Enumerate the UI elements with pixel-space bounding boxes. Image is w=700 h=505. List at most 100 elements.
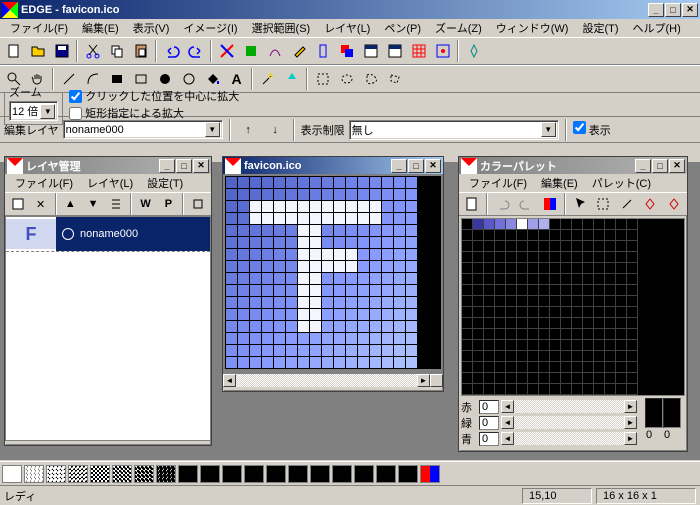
layer-manager-window[interactable]: レイヤ管理 _□✕ ファイル(F) レイヤ(L) 設定(T) ✕ ▲ ▼ W P… — [4, 156, 212, 446]
b-slider[interactable]: ◄► — [501, 432, 637, 445]
menu-view[interactable]: 表示(V) — [127, 19, 176, 37]
save-button[interactable] — [50, 40, 73, 62]
lm-delete-layer[interactable]: ✕ — [30, 193, 52, 215]
lm-tool[interactable] — [187, 193, 209, 215]
fg-color[interactable] — [645, 398, 663, 428]
rect-fill-tool[interactable] — [105, 68, 128, 90]
r-slider[interactable]: ◄► — [501, 400, 637, 413]
tool-f-button[interactable] — [462, 40, 485, 62]
sel-ellipse-tool[interactable] — [335, 68, 358, 90]
pattern-swatch[interactable] — [68, 465, 88, 483]
canvas-window[interactable]: favicon.ico _□✕ ◄► — [222, 156, 444, 392]
copy-button[interactable] — [105, 40, 128, 62]
pal-menu-file[interactable]: ファイル(F) — [463, 174, 533, 192]
canvas-hscroll[interactable]: ◄► — [223, 374, 443, 387]
pattern-swatch[interactable] — [46, 465, 66, 483]
layer-up-button[interactable]: ↑ — [237, 119, 260, 141]
lm-menu-file[interactable]: ファイル(F) — [9, 174, 79, 192]
pattern-swatch[interactable] — [376, 465, 396, 483]
circle-fill-tool[interactable] — [153, 68, 176, 90]
tool-d-button[interactable] — [287, 40, 310, 62]
rect-tool[interactable] — [129, 68, 152, 90]
lm-up[interactable]: ▲ — [60, 193, 82, 215]
menu-edit[interactable]: 編集(E) — [76, 19, 125, 37]
pal-menu-edit[interactable]: 編集(E) — [535, 174, 584, 192]
pattern-rb[interactable] — [420, 465, 440, 483]
pattern-swatch[interactable] — [288, 465, 308, 483]
pattern-swatch[interactable] — [90, 465, 110, 483]
bg-color[interactable] — [663, 398, 681, 428]
pattern-swatch[interactable] — [2, 465, 22, 483]
pal-colors[interactable] — [538, 193, 560, 215]
menu-settings[interactable]: 設定(T) — [576, 19, 624, 37]
sel-poly-tool[interactable] — [383, 68, 406, 90]
layer-item[interactable]: F noname000 — [6, 217, 210, 251]
tool-snap-button[interactable] — [431, 40, 454, 62]
pal-menu-palette[interactable]: パレット(C) — [586, 174, 657, 192]
pal-t2[interactable] — [639, 193, 661, 215]
zoom-check2[interactable]: 矩形指定による拡大 — [69, 105, 239, 121]
curve-tool[interactable] — [81, 68, 104, 90]
tool-c-button[interactable] — [263, 40, 286, 62]
menu-help[interactable]: ヘルプ(H) — [627, 19, 687, 37]
tool-grid-button[interactable] — [407, 40, 430, 62]
wand-tool[interactable] — [256, 68, 279, 90]
circle-tool[interactable] — [177, 68, 200, 90]
tool-e-button[interactable] — [311, 40, 334, 62]
minimize-button[interactable]: _ — [648, 3, 664, 17]
tool-layers-button[interactable] — [335, 40, 358, 62]
lm-menu-settings[interactable]: 設定(T) — [141, 174, 189, 192]
show-checkbox[interactable]: 表示 — [573, 121, 611, 138]
g-slider[interactable]: ◄► — [501, 416, 637, 429]
palette-grid[interactable] — [461, 218, 685, 396]
pattern-swatch[interactable] — [156, 465, 176, 483]
lm-write[interactable]: W — [135, 193, 157, 215]
pattern-swatch[interactable] — [354, 465, 374, 483]
sel-lasso-tool[interactable] — [359, 68, 382, 90]
pal-t3[interactable] — [663, 193, 685, 215]
layer-visible-icon[interactable] — [62, 228, 74, 240]
palette-close[interactable]: ✕ — [669, 159, 685, 173]
pattern-swatch[interactable] — [266, 465, 286, 483]
menu-file[interactable]: ファイル(F) — [4, 19, 74, 37]
paste-button[interactable] — [129, 40, 152, 62]
pattern-swatch[interactable] — [222, 465, 242, 483]
menu-image[interactable]: イメージ(I) — [177, 19, 243, 37]
palette-window[interactable]: カラーパレット _□✕ ファイル(F) 編集(E) パレット(C) — [458, 156, 688, 452]
edit-layer-dropdown[interactable]: noname000▼ — [63, 120, 223, 139]
palette-max[interactable]: □ — [652, 159, 668, 173]
pal-undo[interactable] — [491, 193, 513, 215]
lm-down[interactable]: ▼ — [82, 193, 104, 215]
pattern-swatch[interactable] — [332, 465, 352, 483]
pattern-swatch[interactable] — [24, 465, 44, 483]
layer-mgr-min[interactable]: _ — [159, 159, 175, 173]
lm-paste[interactable]: P — [158, 193, 180, 215]
tool-a-button[interactable] — [215, 40, 238, 62]
pal-t1[interactable] — [616, 193, 638, 215]
zoom-check1[interactable]: クリックした位置を中心に拡大 — [69, 88, 239, 104]
pattern-swatch[interactable] — [134, 465, 154, 483]
menu-pen[interactable]: ペン(P) — [378, 19, 427, 37]
canvas-min[interactable]: _ — [391, 159, 407, 173]
cut-button[interactable] — [81, 40, 104, 62]
pal-redo[interactable] — [515, 193, 537, 215]
close-button[interactable]: ✕ — [682, 3, 698, 17]
layer-mgr-close[interactable]: ✕ — [193, 159, 209, 173]
lm-merge[interactable] — [105, 193, 127, 215]
layer-mgr-max[interactable]: □ — [176, 159, 192, 173]
g-value[interactable]: 0 — [479, 416, 499, 430]
b-value[interactable]: 0 — [479, 432, 499, 446]
layer-down-button[interactable]: ↓ — [264, 119, 287, 141]
tool-layermgr-button[interactable] — [359, 40, 382, 62]
pal-sel[interactable] — [592, 193, 614, 215]
new-button[interactable] — [2, 40, 25, 62]
pal-pointer[interactable] — [569, 193, 591, 215]
display-limit-dropdown[interactable]: 無し▼ — [349, 120, 559, 140]
fill-tool[interactable] — [201, 68, 224, 90]
tool-palette-button[interactable] — [383, 40, 406, 62]
open-button[interactable] — [26, 40, 49, 62]
lm-new-layer[interactable] — [7, 193, 29, 215]
pal-new[interactable] — [461, 193, 483, 215]
pattern-swatch[interactable] — [200, 465, 220, 483]
lm-menu-layer[interactable]: レイヤ(L) — [81, 174, 139, 192]
